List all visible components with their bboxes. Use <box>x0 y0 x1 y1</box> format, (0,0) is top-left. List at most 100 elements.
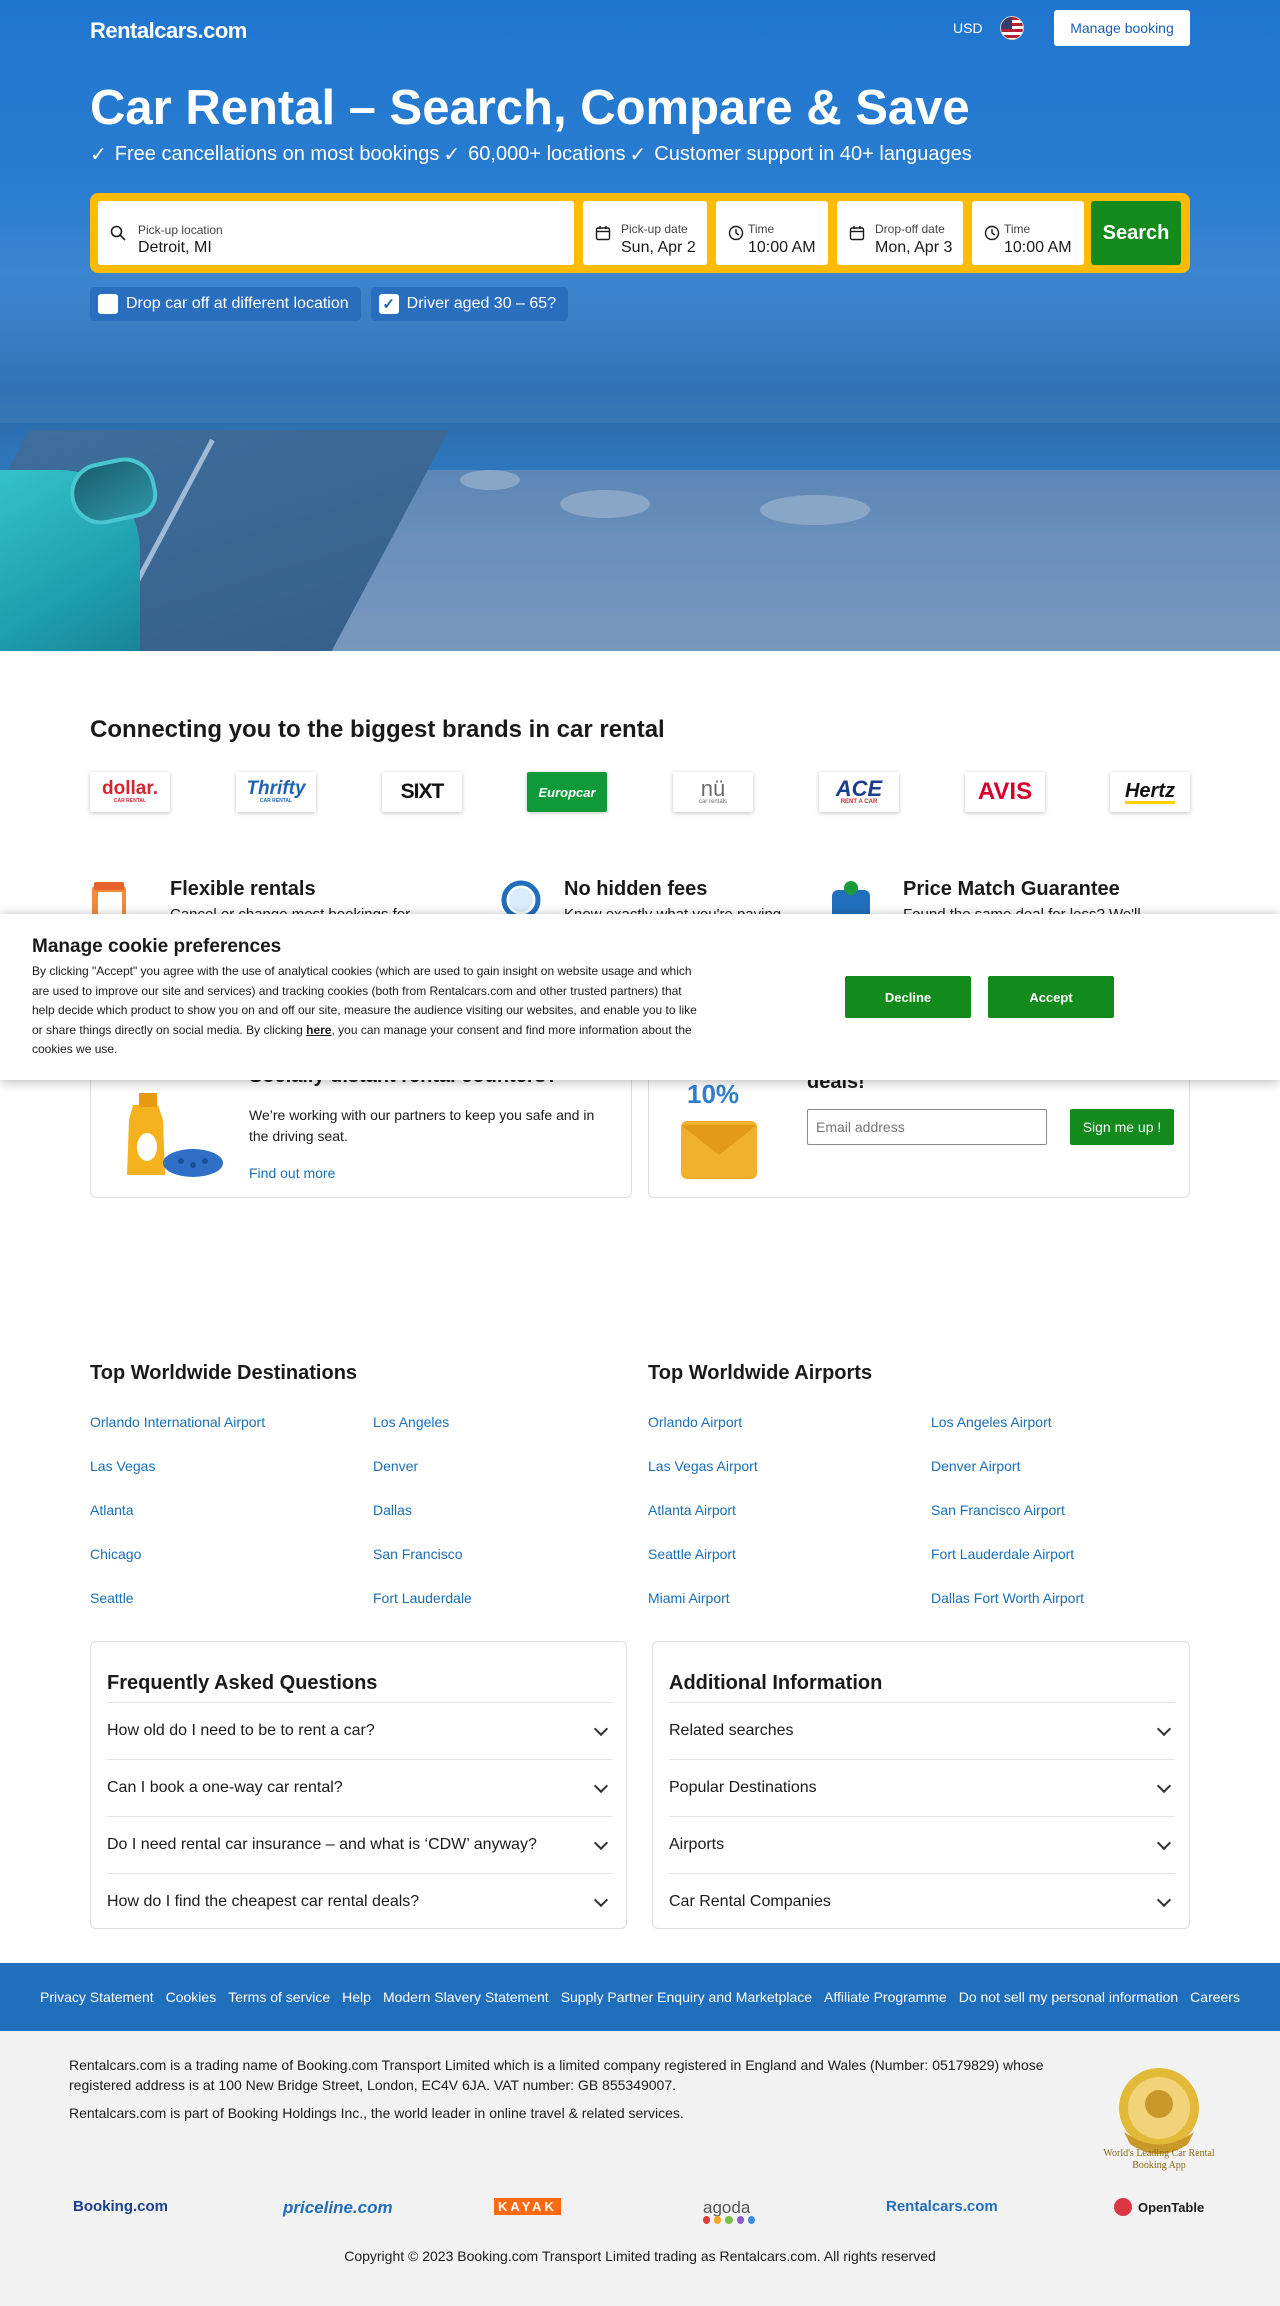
destinations-heading: Top Worldwide Destinations <box>90 1362 358 1384</box>
faq-item[interactable]: Can I book a one-way car rental? <box>107 1759 612 1816</box>
pickup-time-field[interactable]: Time 10:00 AM <box>716 201 828 265</box>
rentalcars-logo[interactable]: Rentalcars.com <box>90 18 247 44</box>
rock-decoration <box>760 495 870 525</box>
footer-link[interactable]: Affiliate Programme <box>824 1989 947 2005</box>
pickup-location-label: Pick-up location <box>138 223 223 237</box>
destination-link[interactable]: Chicago <box>90 1546 141 1562</box>
airport-link[interactable]: Los Angeles Airport <box>931 1414 1052 1430</box>
footer-link[interactable]: Supply Partner Enquiry and Marketplace <box>561 1989 812 2005</box>
chevron-down-icon <box>1156 1835 1172 1851</box>
checkbox-checked-icon[interactable]: ✓ <box>378 294 399 314</box>
brand-logo-nu: nü car rentals <box>673 772 753 812</box>
opentable-dot-icon <box>1114 2198 1132 2216</box>
additional-info-item[interactable]: Related searches <box>669 1702 1175 1759</box>
logo-text: Rentalcars.com <box>90 18 247 43</box>
driver-age-checkbox[interactable]: ✓ Driver aged 30 – 65? <box>370 287 569 321</box>
hero-banner: Rentalcars.com USD Manage booking Car Re… <box>0 0 1280 651</box>
faq-question: Do I need rental car insurance – and wha… <box>107 1836 537 1853</box>
brand-name: ACE <box>835 776 883 801</box>
usp-item: ✓ 60,000+ locations <box>443 142 625 167</box>
airport-link[interactable]: Fort Lauderdale Airport <box>931 1546 1074 1562</box>
currency-selector[interactable]: USD <box>953 20 983 36</box>
destination-link[interactable]: Seattle <box>90 1590 134 1606</box>
airport-link[interactable]: Orlando Airport <box>648 1414 742 1430</box>
search-button[interactable]: Search <box>1091 201 1181 265</box>
top-bar: Rentalcars.com USD Manage booking <box>90 10 1190 48</box>
cookie-title: Manage cookie preferences <box>32 936 282 957</box>
faq-card: Frequently Asked Questions How old do I … <box>90 1641 627 1929</box>
airport-link[interactable]: Las Vegas Airport <box>648 1458 758 1474</box>
partner-logo-rentalcars: Rentalcars.com <box>886 2198 998 2215</box>
feature-title: Price Match Guarantee <box>903 878 1120 900</box>
dropoff-time-field[interactable]: Time 10:00 AM <box>972 201 1084 265</box>
dropoff-date-field[interactable]: Drop-off date Mon, Apr 3 <box>837 201 963 265</box>
brand-sub: RENT A CAR <box>840 799 878 805</box>
footer-link[interactable]: Privacy Statement <box>40 1989 154 2005</box>
checkbox-unchecked[interactable] <box>98 294 118 314</box>
brand-name: Europcar <box>538 784 596 800</box>
airport-link[interactable]: Atlanta Airport <box>648 1502 736 1518</box>
partner-logo-agoda: agoda <box>703 2198 751 2217</box>
footer-link[interactable]: Terms of service <box>228 1989 330 2005</box>
airport-link[interactable]: Seattle Airport <box>648 1546 736 1562</box>
airport-link[interactable]: Denver Airport <box>931 1458 1020 1474</box>
destination-link[interactable]: San Francisco <box>373 1546 462 1562</box>
pickup-date-field[interactable]: Pick-up date Sun, Apr 2 <box>583 201 707 265</box>
usp-text: 60,000+ locations <box>468 143 626 165</box>
partner-logo-kayak: KAYAK <box>494 2198 561 2215</box>
chevron-down-icon <box>593 1778 609 1794</box>
destination-link[interactable]: Los Angeles <box>373 1414 449 1430</box>
faq-item[interactable]: Do I need rental car insurance – and wha… <box>107 1816 612 1873</box>
manage-booking-button[interactable]: Manage booking <box>1054 10 1190 46</box>
us-flag-icon[interactable] <box>1000 16 1024 40</box>
brand-logo-sixt: SIXT <box>382 772 462 812</box>
footer-link[interactable]: Careers <box>1190 1989 1240 2005</box>
airport-link[interactable]: Dallas Fort Worth Airport <box>931 1590 1084 1606</box>
destination-link[interactable]: Atlanta <box>90 1502 134 1518</box>
faq-heading: Frequently Asked Questions <box>107 1672 378 1694</box>
brand-name: AVIS <box>977 778 1033 805</box>
different-location-checkbox[interactable]: Drop car off at different location <box>90 287 361 321</box>
award-caption: World's Leading Car Rental Booking App <box>1103 2148 1215 2171</box>
brand-sub: CAR RENTAL <box>259 798 293 804</box>
destination-link[interactable]: Orlando International Airport <box>90 1414 265 1430</box>
footer-link[interactable]: Modern Slavery Statement <box>383 1989 549 2005</box>
pickup-location-value: Detroit, MI <box>138 239 212 256</box>
additional-info-item[interactable]: Popular Destinations <box>669 1759 1175 1816</box>
destination-link[interactable]: Las Vegas <box>90 1458 155 1474</box>
brand-name: SIXT <box>400 780 445 803</box>
find-out-more-link[interactable]: Find out more <box>249 1165 335 1181</box>
cookie-banner: Manage cookie preferences By clicking "A… <box>0 914 1280 1080</box>
sign-me-up-button[interactable]: Sign me up ! <box>1070 1109 1174 1145</box>
footer-link[interactable]: Cookies <box>166 1989 217 2005</box>
additional-info-item[interactable]: Airports <box>669 1816 1175 1873</box>
pickup-date-value: Sun, Apr 2 <box>621 239 696 256</box>
airport-link[interactable]: Miami Airport <box>648 1590 730 1606</box>
accept-cookies-button[interactable]: Accept <box>988 976 1114 1018</box>
pickup-location-field[interactable]: Pick-up location Detroit, MI <box>98 201 574 265</box>
chevron-down-icon <box>593 1721 609 1737</box>
additional-info-item[interactable]: Car Rental Companies <box>669 1873 1175 1930</box>
copyright-text: Copyright © 2023 Booking.com Transport L… <box>344 2248 936 2264</box>
faq-item[interactable]: How do I find the cheapest car rental de… <box>107 1873 612 1930</box>
calendar-icon <box>849 226 865 241</box>
feature-title: Flexible rentals <box>170 878 316 900</box>
cookie-manage-link[interactable]: here <box>306 1023 331 1037</box>
airport-link[interactable]: San Francisco Airport <box>931 1502 1065 1518</box>
chevron-down-icon <box>1156 1892 1172 1908</box>
search-options: Drop car off at different location ✓ Dri… <box>90 287 569 321</box>
additional-info-label: Popular Destinations <box>669 1779 817 1796</box>
destination-link[interactable]: Fort Lauderdale <box>373 1590 472 1606</box>
decline-cookies-button[interactable]: Decline <box>845 976 971 1018</box>
usp-item: ✓ Free cancellations on most bookings <box>90 142 439 167</box>
brands-heading: Connecting you to the biggest brands in … <box>90 716 665 743</box>
destination-link[interactable]: Dallas <box>373 1502 412 1518</box>
email-input[interactable] <box>807 1109 1047 1145</box>
footer-link[interactable]: Help <box>342 1989 371 2005</box>
faq-item[interactable]: How old do I need to be to rent a car? <box>107 1702 612 1759</box>
additional-info-heading: Additional Information <box>669 1672 883 1694</box>
chevron-down-icon <box>1156 1721 1172 1737</box>
footer-link[interactable]: Do not sell my personal information <box>959 1989 1178 2005</box>
destination-link[interactable]: Denver <box>373 1458 418 1474</box>
pickup-date-label: Pick-up date <box>621 222 688 236</box>
